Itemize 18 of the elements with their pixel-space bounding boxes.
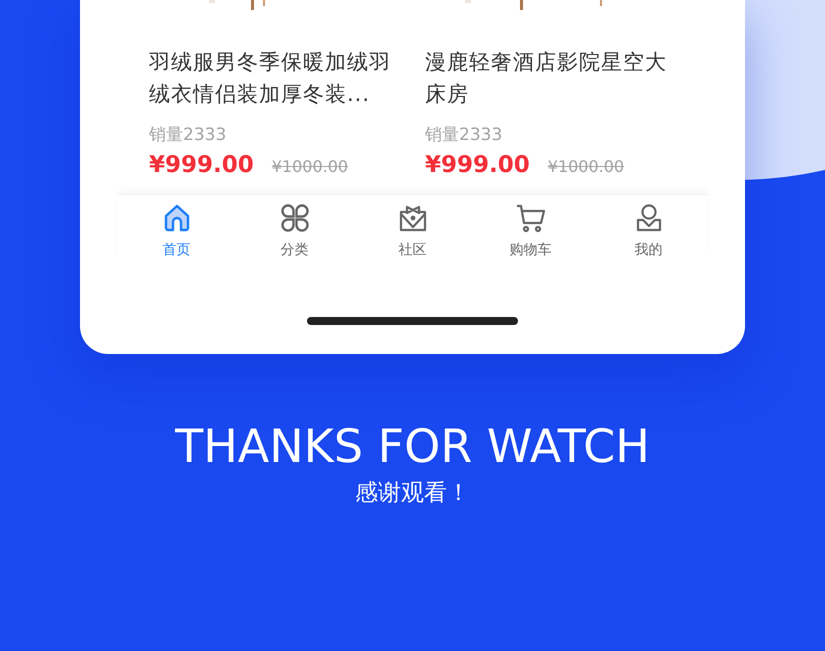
subheading: 感谢观看！ [355,479,470,508]
bow-tie-icon [398,203,428,233]
sales-count: 销量2333 [425,124,504,146]
tab[interactable]: 首页 [118,203,236,259]
product-title[interactable]: 羽绒服男冬季保暖加绒羽绒衣情侣装加厚冬装... [149,46,397,110]
price: ¥999.00 [149,152,254,178]
cart-icon [516,203,546,233]
grid-icon [280,203,310,233]
heading: THANKS FOR WATCH [175,419,650,473]
tab[interactable]: 购物车 [472,203,590,259]
tab[interactable]: 我的 [590,203,708,259]
original-price: ¥1000.00 [548,157,624,176]
sales-count: 销量2333 [149,124,228,146]
tab[interactable]: 社区 [354,203,472,259]
original-price: ¥1000.00 [272,157,348,176]
tab[interactable]: 分类 [236,203,354,259]
product-title[interactable]: 漫鹿轻奢酒店影院星空大床房 [425,46,673,110]
price: ¥999.00 [425,152,530,178]
